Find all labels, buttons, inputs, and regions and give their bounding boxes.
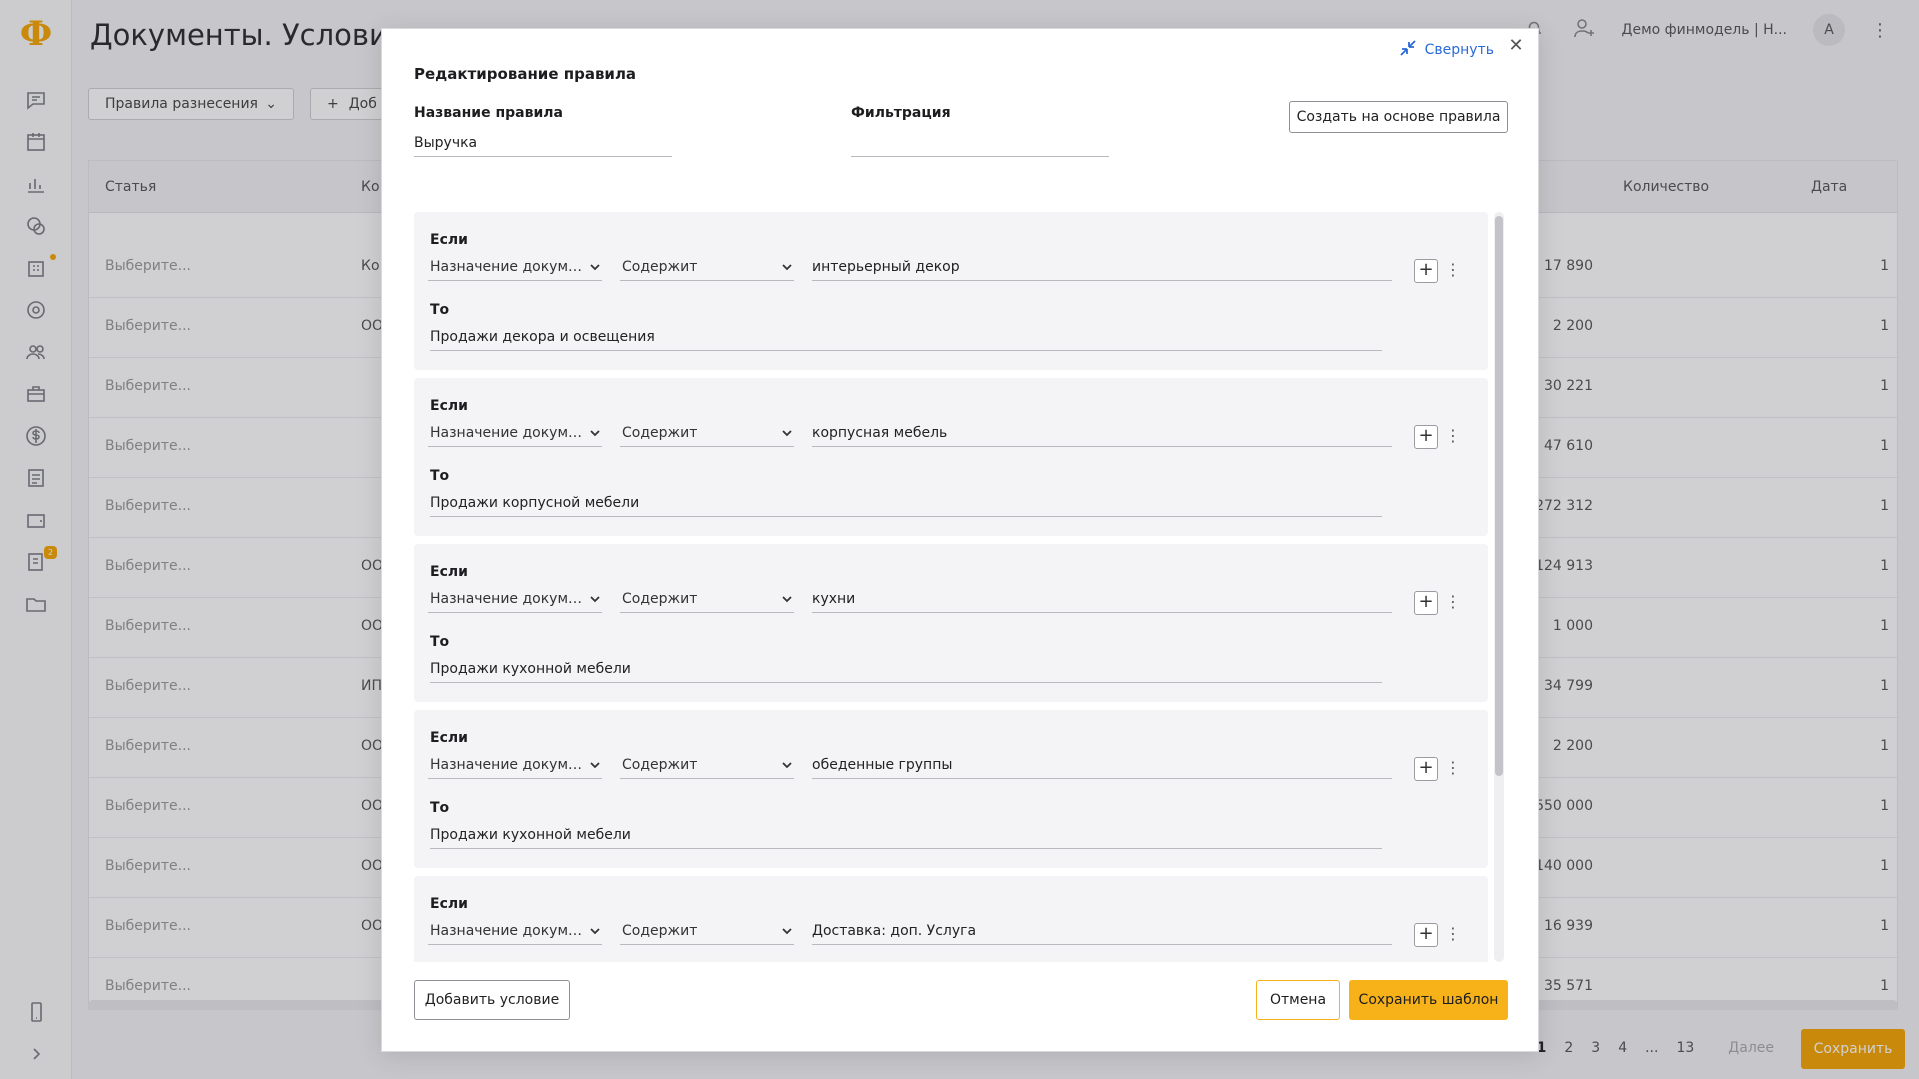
rules-scrollbar-thumb[interactable] (1495, 216, 1503, 776)
condition-value-input[interactable]: корпусная мебель (812, 419, 1392, 447)
chevron-down-icon (780, 426, 794, 440)
rule-more-icon[interactable]: ⋮ (1445, 591, 1461, 615)
chevron-down-icon (588, 592, 602, 606)
field-dropdown[interactable]: Назначение докуме... (428, 585, 602, 613)
condition-value-input[interactable]: Доставка: доп. Услуга (812, 917, 1392, 945)
field-dropdown-value: Назначение докуме... (430, 258, 584, 275)
operator-dropdown[interactable]: Содержит (620, 419, 794, 447)
cancel-button[interactable]: Отмена (1256, 980, 1340, 1020)
field-dropdown-value: Назначение докуме... (430, 756, 584, 773)
field-dropdown[interactable]: Назначение докуме... (428, 751, 602, 779)
chevron-down-icon (588, 260, 602, 274)
then-article-select[interactable]: Продажи кухонной мебели (430, 821, 1382, 849)
add-sub-condition-button[interactable]: + (1414, 425, 1438, 449)
close-icon[interactable]: ✕ (1506, 36, 1526, 56)
rule-name-label: Название правила (414, 105, 563, 121)
rule-more-icon[interactable]: ⋮ (1445, 757, 1461, 781)
edit-rule-modal: Свернуть ✕ Редактирование правила Назван… (381, 28, 1539, 1052)
field-dropdown[interactable]: Назначение докуме... (428, 917, 602, 945)
save-template-button[interactable]: Сохранить шаблон (1349, 980, 1508, 1020)
rule-more-icon[interactable]: ⋮ (1445, 923, 1461, 947)
operator-dropdown-value: Содержит (622, 590, 698, 607)
chevron-down-icon (780, 924, 794, 938)
field-dropdown[interactable]: Назначение докуме... (428, 253, 602, 281)
then-label: То (430, 634, 450, 650)
operator-dropdown-value: Содержит (622, 922, 698, 939)
field-dropdown-value: Назначение докуме... (430, 590, 584, 607)
then-label: То (430, 800, 450, 816)
modal-title: Редактирование правила (414, 65, 637, 83)
condition-value-input[interactable]: обеденные группы (812, 751, 1392, 779)
if-label: Если (430, 232, 468, 248)
operator-dropdown[interactable]: Содержит (620, 917, 794, 945)
condition-value-input[interactable]: кухни (812, 585, 1392, 613)
operator-dropdown[interactable]: Содержит (620, 253, 794, 281)
then-article-select[interactable]: Продажи декора и освещения (430, 323, 1382, 351)
operator-dropdown[interactable]: Содержит (620, 585, 794, 613)
then-label: То (430, 468, 450, 484)
collapse-button[interactable]: Свернуть (1399, 39, 1494, 61)
field-dropdown-value: Назначение докуме... (430, 922, 584, 939)
filter-input[interactable] (851, 129, 1109, 157)
operator-dropdown-value: Содержит (622, 258, 698, 275)
add-condition-button[interactable]: Добавить условие (414, 980, 570, 1020)
chevron-down-icon (588, 426, 602, 440)
rule-name-input[interactable] (414, 129, 672, 157)
filter-label: Фильтрация (851, 105, 951, 121)
if-label: Если (430, 896, 468, 912)
chevron-down-icon (780, 592, 794, 606)
if-label: Если (430, 398, 468, 414)
then-article-select[interactable]: Продажи корпусной мебели (430, 489, 1382, 517)
field-dropdown-value: Назначение докуме... (430, 424, 584, 441)
field-dropdown[interactable]: Назначение докуме... (428, 419, 602, 447)
operator-dropdown-value: Содержит (622, 424, 698, 441)
if-label: Если (430, 564, 468, 580)
rule-card: Если Назначение докуме... Содержит интерьер… (414, 212, 1488, 370)
add-sub-condition-button[interactable]: + (1414, 259, 1438, 283)
chevron-down-icon (780, 758, 794, 772)
rule-card: Если Назначение докуме... Содержит корпусна… (414, 378, 1488, 536)
then-article-select[interactable]: Продажи кухонной мебели (430, 655, 1382, 683)
create-based-on-rule-button[interactable]: Создать на основе правила (1289, 101, 1508, 133)
then-label: То (430, 302, 450, 318)
rules-scrollbar[interactable] (1494, 212, 1504, 962)
add-sub-condition-button[interactable]: + (1414, 923, 1438, 947)
add-sub-condition-button[interactable]: + (1414, 757, 1438, 781)
if-label: Если (430, 730, 468, 746)
rules-list: Если Назначение докуме... Содержит интерьер… (414, 212, 1504, 962)
chevron-down-icon (780, 260, 794, 274)
rule-more-icon[interactable]: ⋮ (1445, 425, 1461, 449)
chevron-down-icon (588, 758, 602, 772)
operator-dropdown[interactable]: Содержит (620, 751, 794, 779)
rule-card: Если Назначение докуме... Содержит обеденны… (414, 710, 1488, 868)
rule-card: Если Назначение докуме... Содержит кухни + ⋮ Т… (414, 544, 1488, 702)
add-sub-condition-button[interactable]: + (1414, 591, 1438, 615)
collapse-label: Свернуть (1424, 42, 1494, 58)
rule-more-icon[interactable]: ⋮ (1445, 259, 1461, 283)
chevron-down-icon (588, 924, 602, 938)
condition-value-input[interactable]: интерьерный декор (812, 253, 1392, 281)
operator-dropdown-value: Содержит (622, 756, 698, 773)
collapse-icon (1399, 39, 1417, 61)
rule-card: Если Назначение докуме... Содержит Доставка… (414, 876, 1488, 962)
